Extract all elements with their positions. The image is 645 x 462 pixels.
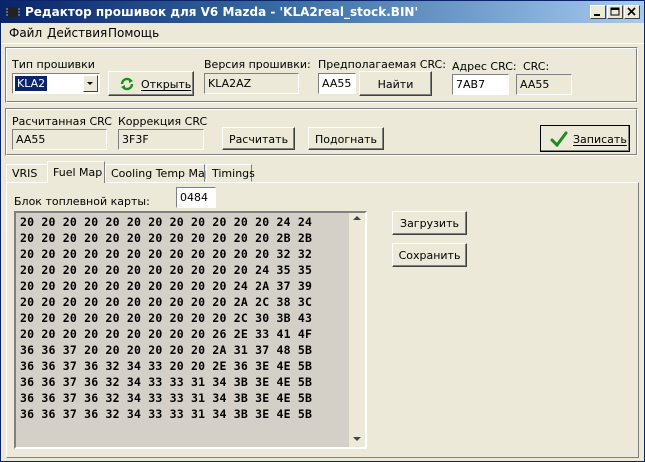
load-button[interactable]: Загрузить: [392, 211, 467, 235]
maximize-button[interactable]: [607, 5, 623, 19]
write-button-label: Записать: [573, 133, 627, 146]
scroll-down-icon[interactable]: [353, 436, 361, 442]
fuel-map-row: 20 20 20 20 20 20 20 20 20 20 20 20 24 2…: [20, 215, 313, 229]
fuel-map-row: 20 20 20 20 20 20 20 20 20 20 2C 30 3B 4…: [20, 311, 313, 325]
write-button[interactable]: Записать: [540, 125, 630, 152]
minimize-button[interactable]: [590, 5, 606, 19]
title-bar[interactable]: Редактор прошивок для V6 Mazda - 'KLA2re…: [1, 1, 644, 23]
crc-address-input[interactable]: 7AB7: [452, 74, 509, 95]
fuel-map-row: 20 20 20 20 20 20 20 20 20 26 2E 33 41 4…: [20, 327, 313, 341]
maximize-icon: [610, 7, 620, 16]
refresh-icon: [120, 77, 134, 91]
open-button[interactable]: Открыть: [108, 71, 194, 96]
close-button[interactable]: [624, 5, 640, 19]
close-icon: [627, 7, 636, 16]
fuel-map-row: 36 36 37 36 32 34 33 33 31 34 3B 3E 4E 5…: [20, 391, 313, 405]
firmware-type-label: Тип прошивки: [12, 58, 95, 71]
save-button[interactable]: Сохранить: [392, 243, 467, 267]
minimize-icon: [594, 14, 600, 16]
expected-crc-input[interactable]: AA55: [318, 73, 356, 94]
fuel-map-row: 36 36 37 36 32 34 33 33 31 34 3B 3E 4E 5…: [20, 375, 313, 389]
menu-help[interactable]: Помощь: [108, 26, 159, 40]
fuel-map-row: 20 20 20 20 20 20 20 20 20 20 20 20 2B 2…: [20, 231, 313, 245]
main-window: Редактор прошивок для V6 Mazda - 'KLA2re…: [0, 0, 645, 462]
fuel-map-row: 36 36 37 36 32 34 33 33 31 34 3B 3E 4E 5…: [20, 407, 313, 421]
block-label: Блок топлевной карты:: [14, 195, 150, 208]
tab-timings[interactable]: Timings: [206, 164, 255, 182]
crc-correction-field: 3F3F: [118, 129, 204, 150]
firmware-type-value: KLA2: [15, 76, 48, 91]
calculate-button[interactable]: Расчитать: [222, 127, 295, 150]
firmware-version-field: KLA2AZ: [204, 73, 299, 94]
crc-label: CRC:: [523, 60, 550, 73]
computed-crc-label: Расчитанная CRC: [12, 115, 112, 128]
computed-crc-field: AA55: [12, 129, 107, 150]
tab-fuel-map[interactable]: Fuel Map: [47, 161, 105, 183]
find-button[interactable]: Найти: [359, 71, 432, 96]
chip-icon: [6, 7, 20, 17]
fuel-map-row: 36 36 37 20 20 20 20 20 20 2A 31 37 48 5…: [20, 343, 313, 357]
menu-bar: Файл Действия Помощь: [1, 23, 644, 44]
check-icon: [550, 131, 568, 147]
tab-cooling-temp-map[interactable]: Cooling Temp Map: [105, 164, 212, 182]
dropdown-button[interactable]: [83, 75, 98, 92]
scroll-up-icon[interactable]: [353, 215, 361, 221]
block-input[interactable]: 0484: [176, 187, 216, 208]
fit-button[interactable]: Подогнать: [308, 127, 384, 150]
tab-vris[interactable]: VRIS: [6, 164, 48, 182]
fuel-map-memo[interactable]: 20 20 20 20 20 20 20 20 20 20 20 20 24 2…: [14, 211, 367, 449]
expected-crc-label: Предполагаемая CRC:: [318, 58, 446, 71]
window-title: Редактор прошивок для V6 Mazda - 'KLA2re…: [25, 5, 419, 19]
chevron-down-icon: [87, 82, 93, 85]
menu-actions[interactable]: Действия: [47, 26, 107, 40]
open-button-label: Открыть: [141, 78, 192, 91]
fuel-map-row: 36 36 37 36 32 34 33 20 20 2E 36 3E 4E 5…: [20, 359, 313, 373]
vertical-scrollbar[interactable]: [349, 213, 365, 447]
fuel-map-row: 20 20 20 20 20 20 20 20 20 20 24 2A 37 3…: [20, 279, 313, 293]
menu-file[interactable]: Файл: [9, 26, 42, 40]
fuel-map-row: 20 20 20 20 20 20 20 20 20 20 20 24 35 3…: [20, 263, 313, 277]
crc-address-label: Адрес CRC:: [452, 60, 517, 73]
firmware-version-label: Версия прошивки:: [204, 58, 311, 71]
fuel-map-row: 20 20 20 20 20 20 20 20 20 20 2A 2C 38 3…: [20, 295, 313, 309]
fuel-map-row: 20 20 20 20 20 20 20 20 20 20 20 20 32 3…: [20, 247, 313, 261]
crc-field: AA55: [516, 74, 572, 95]
crc-correction-label: Коррекция CRC: [118, 115, 208, 128]
firmware-type-select[interactable]: KLA2: [12, 73, 100, 94]
